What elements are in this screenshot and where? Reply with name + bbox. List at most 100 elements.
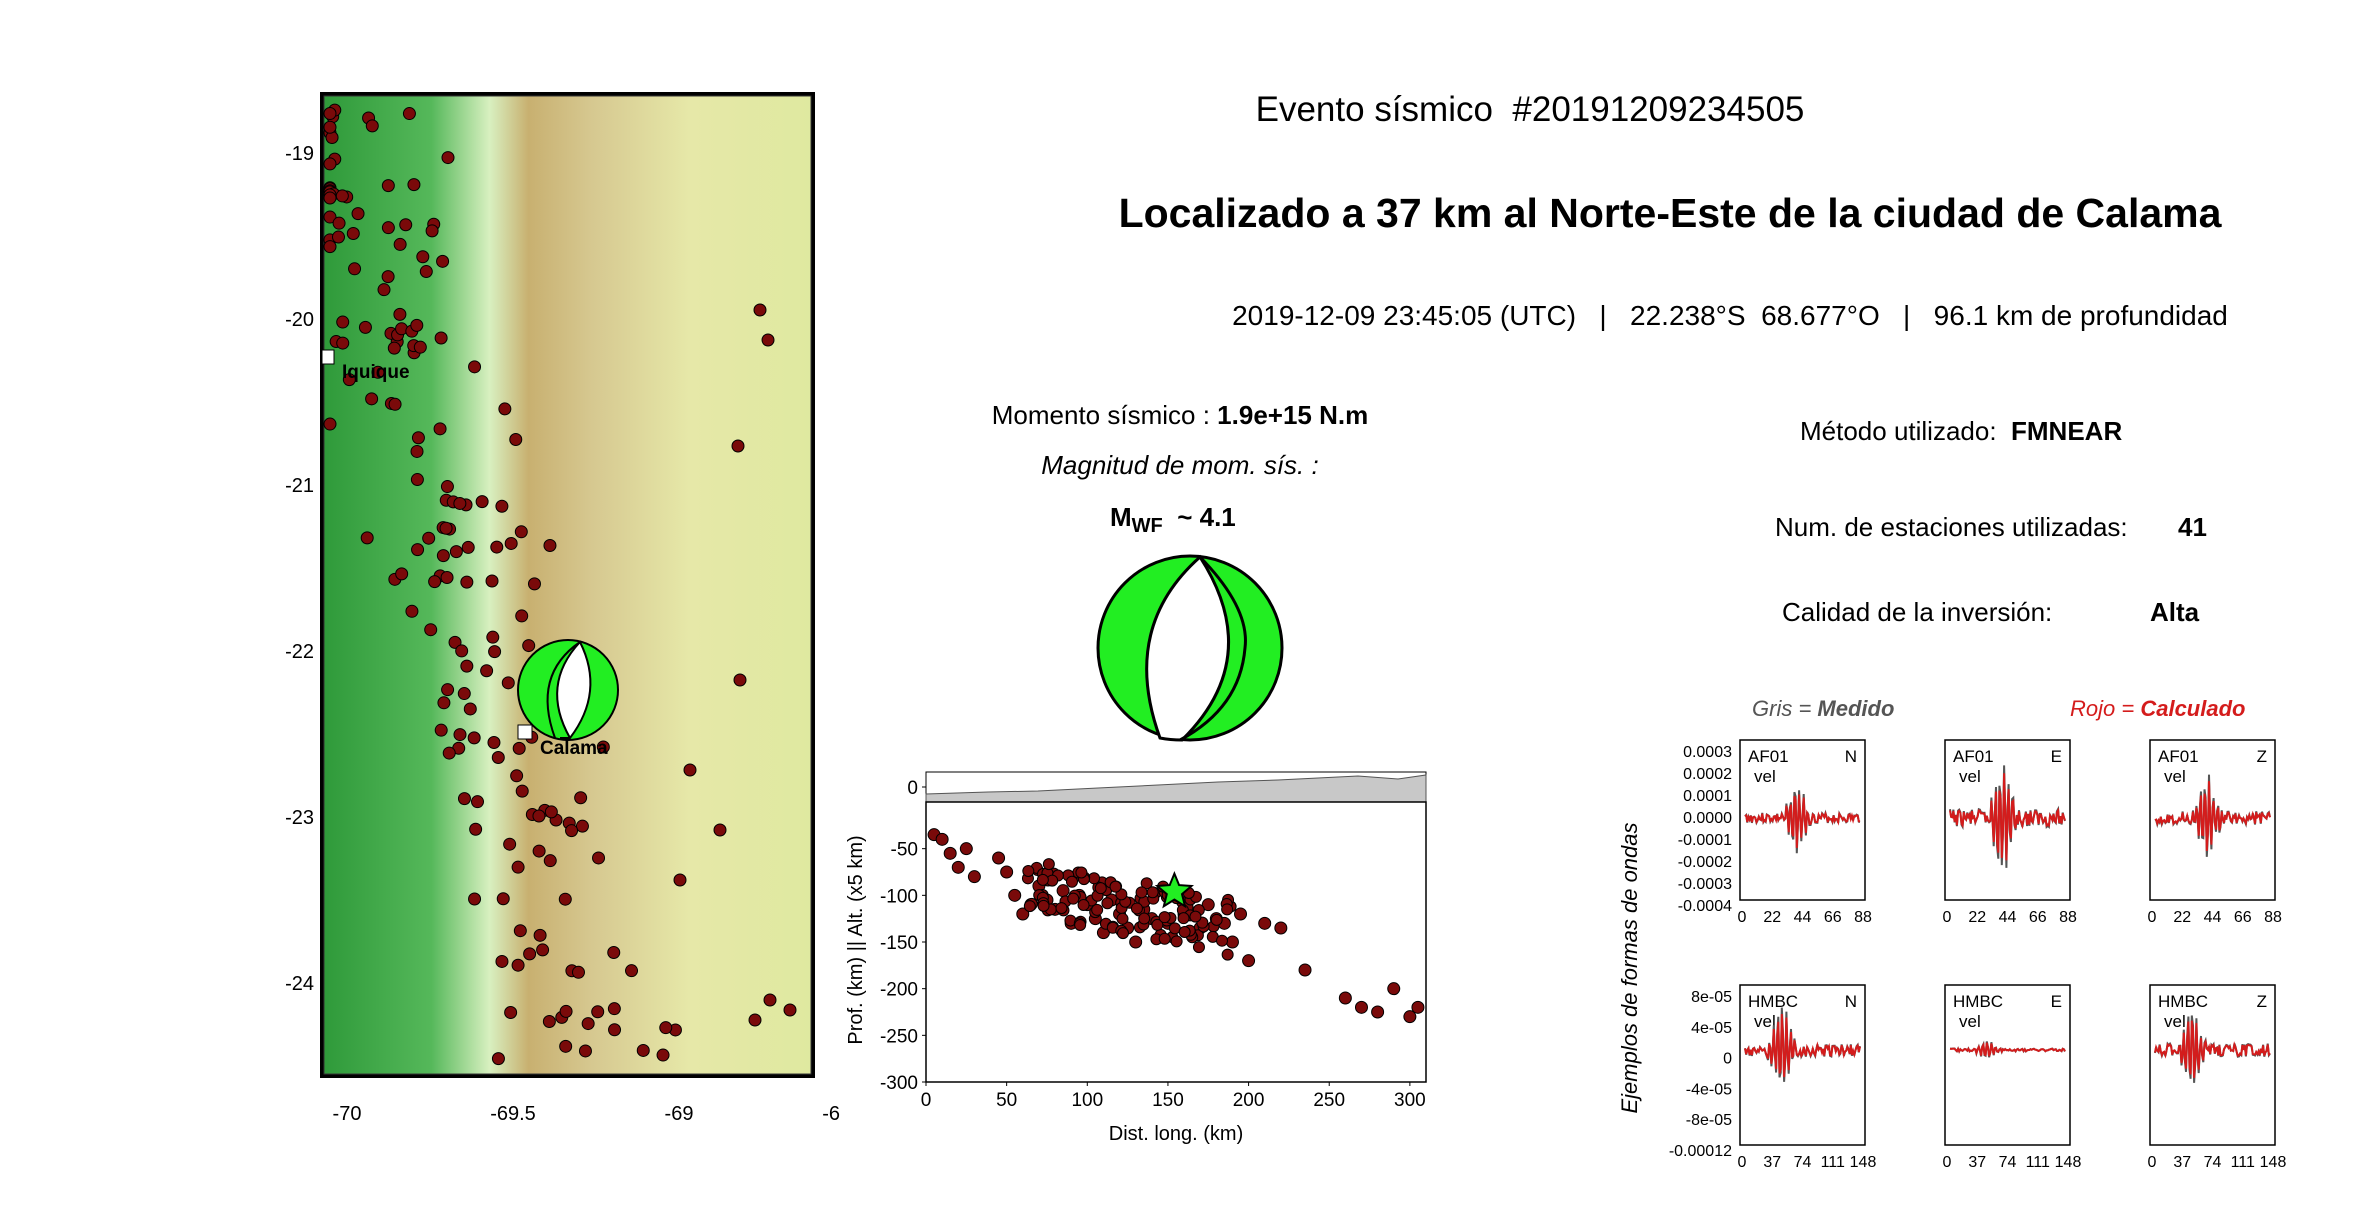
- map-event: [402, 107, 416, 121]
- profile-event: [1411, 1000, 1425, 1014]
- profile-event: [1055, 902, 1068, 915]
- profile-y-tick: -300: [880, 1073, 918, 1094]
- waveform-station: HMBC: [1748, 992, 1798, 1011]
- map-event: [440, 570, 454, 584]
- map-event: [523, 947, 537, 961]
- waveform-x-tick: 148: [2260, 1154, 2287, 1170]
- map-event: [457, 687, 471, 701]
- profile-chart: 0 -50 -100 -150 -200 -250 -300 0 50 100 150 200 250…: [845, 771, 1427, 1145]
- waveform-component: N: [1845, 747, 1857, 766]
- map-event: [449, 545, 463, 559]
- waveform-x-tick: 0: [1738, 909, 1747, 926]
- profile-event: [1130, 902, 1143, 915]
- map-event: [578, 1044, 592, 1058]
- waveform-x-tick: 44: [1794, 909, 1812, 926]
- profile-event: [935, 832, 949, 846]
- map-event: [468, 892, 482, 906]
- map-event: [713, 823, 727, 837]
- magnitude-value: ~ 4.1: [1177, 502, 1236, 532]
- waveform-y-tick: -0.0002: [1678, 854, 1732, 871]
- waveform-y-tick: 8e-05: [1691, 989, 1732, 1006]
- quality-label: Calidad de la inversión:: [1782, 597, 2053, 627]
- map-event: [486, 630, 500, 644]
- waveform-unit: vel: [1959, 767, 1981, 786]
- profile-y-tick: 0: [907, 778, 918, 799]
- waveform-y-tick: -4e-05: [1686, 1081, 1732, 1098]
- map-event: [532, 844, 546, 858]
- profile-event: [992, 851, 1006, 865]
- waveform-component: E: [2051, 747, 2062, 766]
- map-event: [377, 283, 391, 297]
- waveform-x-tick: 74: [2204, 1154, 2222, 1170]
- event-details: 2019-12-09 23:45:05 (UTC) | 22.238°S 68.…: [1232, 300, 2228, 331]
- waveform-x-tick: 88: [1854, 909, 1872, 926]
- iquique-marker: [321, 349, 335, 365]
- map-event: [460, 575, 474, 589]
- map-y-tick: -21: [285, 475, 314, 497]
- map-event: [323, 157, 337, 171]
- profile-x-tick: 250: [1313, 1090, 1345, 1111]
- waveform-x-tick: 111: [2026, 1154, 2050, 1170]
- map-event: [434, 331, 448, 345]
- map-event: [468, 360, 482, 374]
- map-event: [558, 892, 572, 906]
- profile-event: [1116, 912, 1129, 925]
- stations-line: Num. de estaciones utilizadas:: [1775, 512, 2128, 543]
- profile-event: [1008, 888, 1022, 902]
- map-event: [625, 964, 639, 978]
- waveform-component: N: [1845, 992, 1857, 1011]
- map-event: [498, 402, 512, 416]
- waveform-x-tick: 148: [1850, 1154, 1877, 1170]
- map-event: [748, 1013, 762, 1027]
- map-event: [405, 604, 419, 618]
- magnitude-label: Magnitud de mom. sís. :: [1041, 450, 1319, 480]
- map-event: [532, 809, 546, 823]
- map-event: [323, 107, 337, 121]
- waveform-component: E: [2051, 992, 2062, 1011]
- map-event: [542, 1015, 556, 1029]
- waveform-x-tick: 37: [1968, 1154, 1986, 1170]
- map-event: [358, 320, 372, 334]
- waveform-y-tick: 0.0003: [1683, 744, 1732, 761]
- waveform-x-tick: 0: [1738, 1154, 1747, 1170]
- waveform-x-tick: 0: [2148, 1154, 2157, 1170]
- profile-event: [967, 870, 981, 884]
- map-event: [381, 179, 395, 193]
- location-title: Localizado a 37 km al Norte-Este de la c…: [1118, 190, 2222, 236]
- profile-event: [1234, 907, 1248, 921]
- legend-gray-prefix: Gris =: [1752, 696, 1818, 721]
- profile-event: [1158, 932, 1171, 945]
- profile-x-tick: 150: [1152, 1090, 1184, 1111]
- map-beachball: [517, 639, 619, 741]
- profile-ylabel: Prof. (km) || Alt. (x5 km): [845, 835, 867, 1044]
- profile-event: [1075, 866, 1088, 879]
- waveform-y-tick: -0.0001: [1678, 832, 1732, 849]
- profile-event: [1023, 900, 1036, 913]
- map-event: [467, 731, 481, 745]
- waveform-station: AF01: [1953, 747, 1994, 766]
- profile-x-tick: 0: [921, 1090, 932, 1111]
- profile-event: [1225, 935, 1239, 949]
- map-event: [365, 392, 379, 406]
- focal-mechanism: [1096, 554, 1284, 742]
- calama-label: Calama: [540, 738, 608, 759]
- event-label: Evento sísmico: [1255, 90, 1493, 129]
- method-line: Método utilizado: FMNEAR: [1800, 416, 2122, 447]
- map-event: [761, 333, 775, 347]
- profile-event: [1135, 886, 1148, 899]
- map-event: [544, 805, 558, 819]
- map-event: [407, 178, 421, 192]
- event-id: #20191209234505: [1512, 90, 1805, 129]
- map-event: [656, 1048, 670, 1062]
- map-x-tick: -70: [333, 1103, 362, 1125]
- waveform-panel: HMBC Evel 0 37 74 111 148: [1943, 984, 2081, 1170]
- profile-event: [1000, 865, 1014, 879]
- waveform-x-tick: 66: [2234, 909, 2252, 926]
- waveform-x-tick: 22: [1763, 909, 1781, 926]
- map-event: [419, 265, 433, 279]
- waveform-y-tick: 4e-05: [1691, 1020, 1732, 1037]
- map-event: [495, 954, 509, 968]
- map-event: [565, 824, 579, 838]
- map-event: [381, 221, 395, 235]
- map-event: [434, 723, 448, 737]
